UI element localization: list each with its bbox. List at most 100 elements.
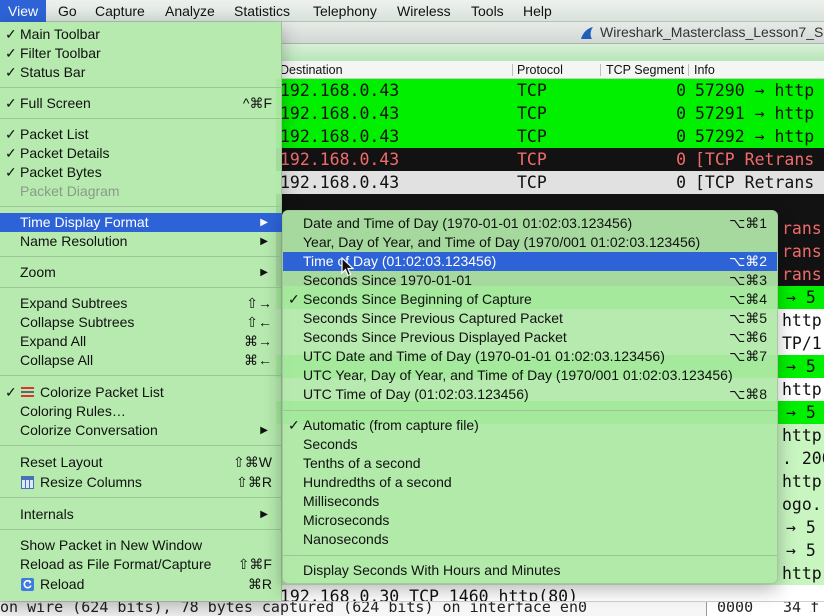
checkmark-icon: ✓ (5, 95, 17, 111)
menu-item-precision-automatic[interactable]: ✓ Automatic (from capture file) (283, 416, 777, 435)
menu-item-utc-time-of-day[interactable]: UTC Time of Day (01:02:03.123456) ⌥⌘8 (283, 385, 777, 404)
menu-item-date-time-of-day[interactable]: Date and Time of Day (1970-01-01 01:02:0… (283, 214, 777, 233)
packet-info: TP/1 (782, 334, 822, 353)
packet-info: 57292 → http (695, 127, 815, 146)
menu-tools[interactable]: Tools (463, 0, 512, 22)
packet-info: 57290 → http (695, 81, 815, 100)
packet-info: http (782, 426, 822, 445)
packet-row[interactable]: 192.168.0.43 TCP 0 [TCP Retrans (276, 148, 824, 171)
menu-item-time-of-day[interactable]: Time of Day (01:02:03.123456) ⌥⌘2 (283, 252, 777, 271)
menu-item-reset-layout[interactable]: Reset Layout ⇧⌘W (0, 453, 282, 472)
menu-item-precision-nanoseconds[interactable]: Nanoseconds (283, 530, 777, 549)
menu-item-seconds-since-epoch[interactable]: Seconds Since 1970-01-01 ⌥⌘3 (283, 271, 777, 290)
menu-separator (0, 445, 282, 446)
menu-item-resize-columns[interactable]: Resize Columns ⇧⌘R (0, 473, 282, 492)
column-separator[interactable] (600, 64, 601, 76)
packet-destination: 192.168.0.43 (280, 127, 400, 146)
menu-item-utc-date-time[interactable]: UTC Date and Time of Day (1970-01-01 01:… (283, 347, 777, 366)
packet-info: [TCP Retrans (695, 173, 815, 192)
status-text: on wire (624 bits), 78 bytes captured (6… (0, 601, 587, 616)
menu-item-year-day-of-year[interactable]: Year, Day of Year, and Time of Day (1970… (283, 233, 777, 252)
menu-item-packet-diagram: Packet Diagram (20, 183, 120, 199)
column-protocol[interactable]: Protocol (517, 63, 563, 77)
colorize-list-icon (21, 387, 34, 397)
packet-tcp-segment: 0 (676, 81, 686, 100)
menu-analyze[interactable]: Analyze (157, 0, 223, 22)
menu-item-reload[interactable]: Reload ⌘R (0, 575, 282, 594)
menu-item-utc-year-day-of-year[interactable]: UTC Year, Day of Year, and Time of Day (… (283, 366, 777, 385)
menu-item-colorize-conversation[interactable]: Colorize Conversation ▶ (0, 421, 282, 440)
menu-item-display-seconds-hours-minutes[interactable]: Display Seconds With Hours and Minutes (283, 561, 777, 580)
menu-item-coloring-rules[interactable]: Coloring Rules… (0, 402, 282, 421)
column-separator[interactable] (512, 64, 513, 76)
menu-item-colorize-packet-list[interactable]: ✓ Colorize Packet List (0, 383, 282, 402)
packet-protocol: TCP (517, 150, 547, 169)
checkmark-icon: ✓ (288, 417, 300, 433)
column-separator[interactable] (688, 64, 689, 76)
menu-item-filter-toolbar[interactable]: ✓ Filter Toolbar (0, 44, 282, 63)
menu-item-expand-all[interactable]: Expand All ⌘→ (0, 332, 282, 351)
menu-item-collapse-all[interactable]: Collapse All ⌘← (0, 351, 282, 370)
column-tcp-segment[interactable]: TCP Segment (606, 63, 684, 77)
menu-item-precision-microseconds[interactable]: Microseconds (283, 511, 777, 530)
menu-item-precision-milliseconds[interactable]: Milliseconds (283, 492, 777, 511)
submenu-arrow-icon: ▶ (260, 267, 268, 278)
submenu-arrow-icon: ▶ (260, 425, 268, 436)
packet-destination: 192.168.0.43 (280, 173, 400, 192)
packet-info: http (782, 311, 822, 330)
menu-statistics[interactable]: Statistics (226, 0, 298, 22)
menu-item-precision-hundredths[interactable]: Hundredths of a second (283, 473, 777, 492)
menu-wireless[interactable]: Wireless (389, 0, 459, 22)
menu-telephony[interactable]: Telephony (305, 0, 385, 22)
menu-item-status-bar[interactable]: ✓ Status Bar (0, 63, 282, 82)
menu-help[interactable]: Help (515, 0, 560, 22)
menu-separator (0, 206, 282, 207)
menu-item-time-display-format[interactable]: Time Display Format ▶ (0, 213, 282, 232)
reload-icon (21, 578, 34, 591)
menu-item-zoom[interactable]: Zoom ▶ (0, 263, 282, 282)
packet-info: → 5 (786, 288, 816, 307)
menu-item-name-resolution[interactable]: Name Resolution ▶ (0, 232, 282, 251)
menu-item-collapse-subtrees[interactable]: Collapse Subtrees ⇧← (0, 313, 282, 332)
menu-item-full-screen[interactable]: ✓ Full Screen ^⌘F (0, 94, 282, 113)
column-info[interactable]: Info (694, 63, 715, 77)
checkmark-icon: ✓ (5, 45, 17, 61)
menu-item-show-packet-new-window[interactable]: Show Packet in New Window (0, 536, 282, 555)
packet-info: rans (782, 265, 822, 284)
packet-tcp-segment: 0 (676, 127, 686, 146)
menu-separator (283, 555, 777, 556)
packet-destination: 192.168.0.43 (280, 150, 400, 169)
checkmark-icon: ✓ (5, 64, 17, 80)
menu-item-packet-details[interactable]: ✓ Packet Details (0, 144, 282, 163)
menu-separator (0, 497, 282, 498)
menu-item-main-toolbar[interactable]: ✓ Main Toolbar (0, 25, 282, 44)
menu-item-seconds-since-prev-captured[interactable]: Seconds Since Previous Captured Packet ⌥⌘… (283, 309, 777, 328)
packet-info: → 5 (786, 357, 816, 376)
wireshark-fin-icon (581, 27, 593, 39)
menu-item-seconds-since-capture-start[interactable]: ✓ Seconds Since Beginning of Capture ⌥⌘4 (283, 290, 777, 309)
menu-item-precision-seconds[interactable]: Seconds (283, 435, 777, 454)
menu-item-packet-bytes[interactable]: ✓ Packet Bytes (0, 163, 282, 182)
packet-info: ogo. (782, 495, 822, 514)
packet-row[interactable]: 192.168.0.43 TCP 0 [TCP Retrans (276, 171, 824, 194)
menu-view[interactable]: View (0, 0, 47, 22)
menu-item-seconds-since-prev-displayed[interactable]: Seconds Since Previous Displayed Packet ⌥… (283, 328, 777, 347)
menu-separator (0, 118, 282, 119)
column-destination[interactable]: Destination (280, 63, 343, 77)
packet-row[interactable]: 192.168.0.43 TCP 0 57292 → http (276, 125, 824, 148)
filter-toolbar (282, 44, 824, 61)
packet-row[interactable]: 192.168.0.43 TCP 0 57291 → http (276, 102, 824, 125)
checkmark-icon: ✓ (5, 26, 17, 42)
menu-go[interactable]: Go (50, 0, 85, 22)
packet-info: → 5 (786, 403, 816, 422)
window-title-bar: Wireshark_Masterclass_Lesson7_Slow (282, 22, 824, 44)
menu-capture[interactable]: Capture (87, 0, 153, 22)
menu-item-expand-subtrees[interactable]: Expand Subtrees ⇧→ (0, 294, 282, 313)
packet-row[interactable]: 192.168.0.43 TCP 0 57290 → http (276, 79, 824, 102)
menu-separator (0, 529, 282, 530)
menu-item-reload-as-file-format[interactable]: Reload as File Format/Capture ⇧⌘F (0, 555, 282, 574)
menu-item-precision-tenths[interactable]: Tenths of a second (283, 454, 777, 473)
menu-item-packet-list[interactable]: ✓ Packet List (0, 125, 282, 144)
status-bar: on wire (624 bits), 78 bytes captured (6… (0, 601, 824, 616)
menu-item-internals[interactable]: Internals ▶ (0, 505, 282, 524)
